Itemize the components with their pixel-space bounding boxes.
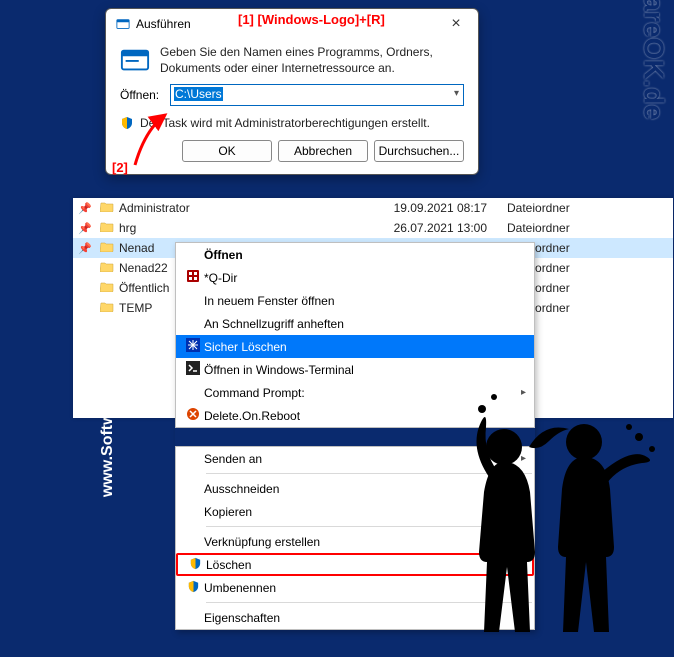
pin-icon: 📌 (73, 202, 97, 215)
run-description: Geben Sie den Namen eines Programms, Ord… (160, 45, 464, 76)
open-combobox[interactable]: C:\Users ▾ (170, 84, 464, 106)
pin-icon: 📌 (73, 222, 97, 235)
open-label: Öffnen: (120, 88, 160, 102)
delete-on-reboot-icon (182, 407, 204, 424)
ctx-open[interactable]: Öffnen (176, 243, 534, 266)
folder-icon (97, 241, 117, 255)
annotation-2: [2] (112, 160, 128, 175)
ctx-secure-delete[interactable]: Sicher Löschen (176, 335, 534, 358)
browse-button[interactable]: Durchsuchen... (374, 140, 464, 162)
terminal-icon (182, 361, 204, 378)
chevron-down-icon[interactable]: ▾ (454, 88, 459, 99)
shield-icon (182, 580, 204, 596)
pin-icon: 📌 (73, 242, 97, 255)
close-icon[interactable]: × (436, 15, 476, 33)
ctx-qdir[interactable]: *Q-Dir (176, 266, 534, 289)
watermark-right: SoftwareOK.de (638, 0, 670, 120)
cancel-button[interactable]: Abbrechen (278, 140, 368, 162)
admin-note: Der Task wird mit Administratorberechtig… (140, 116, 430, 130)
file-row[interactable]: 📌 Administrator19.09.2021 08:17Dateiordne… (73, 198, 673, 218)
annotation-1: [1] [Windows-Logo]+[R] (238, 12, 385, 27)
file-date: 26.07.2021 13:00 (367, 221, 507, 235)
folder-icon (97, 221, 117, 235)
ctx-windows-terminal[interactable]: Öffnen in Windows-Terminal (176, 358, 534, 381)
file-date: 19.09.2021 08:17 (367, 201, 507, 215)
folder-icon (97, 201, 117, 215)
silhouette-figures-icon (434, 387, 664, 647)
run-icon (120, 45, 150, 75)
ok-button[interactable]: OK (182, 140, 272, 162)
shield-icon (184, 557, 206, 573)
file-type: Dateiordner (507, 201, 673, 215)
open-value: C:\Users (174, 87, 223, 101)
shield-icon (120, 116, 134, 130)
qdir-icon (182, 269, 204, 286)
run-dialog: Ausführen × Geben Sie den Namen eines Pr… (105, 8, 479, 175)
file-name: Administrator (117, 201, 367, 215)
folder-icon (97, 301, 117, 315)
folder-icon (97, 261, 117, 275)
folder-icon (97, 281, 117, 295)
file-name: hrg (117, 221, 367, 235)
ctx-new-window[interactable]: In neuem Fenster öffnen (176, 289, 534, 312)
ctx-pin-quickaccess[interactable]: An Schnellzugriff anheften (176, 312, 534, 335)
run-icon-small (116, 17, 130, 31)
file-row[interactable]: 📌 hrg26.07.2021 13:00Dateiordner (73, 218, 673, 238)
secure-delete-icon (182, 338, 204, 355)
file-type: Dateiordner (507, 221, 673, 235)
